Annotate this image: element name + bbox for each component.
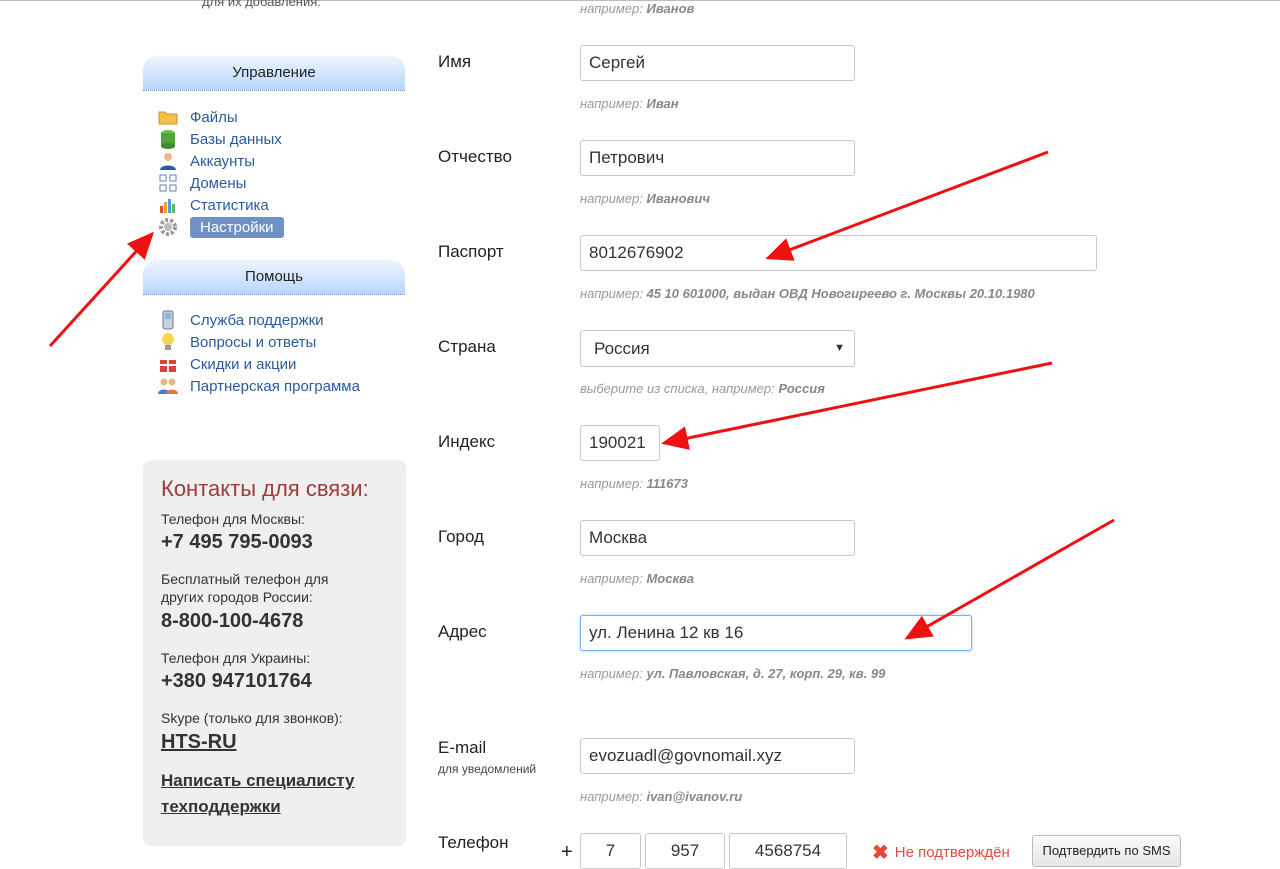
arrow-to-address: [904, 518, 1115, 640]
annotation-arrows: [48, 150, 1115, 640]
arrow-to-zip: [661, 361, 1053, 450]
arrow-to-passport: [765, 150, 1049, 261]
arrow-to-settings: [48, 231, 155, 348]
